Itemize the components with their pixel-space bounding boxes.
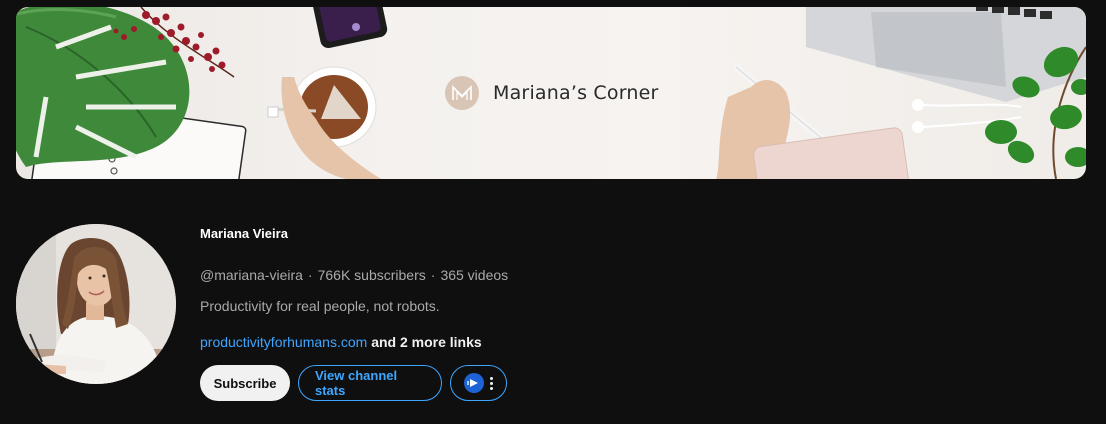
view-channel-stats-button[interactable]: View channel stats [298, 365, 442, 401]
extension-menu-button[interactable] [450, 365, 507, 401]
video-count: 365 videos [440, 267, 509, 283]
laptop-image [806, 7, 1086, 102]
channel-meta: @mariana-vieira · 766K subscribers · 365 vid… [200, 265, 508, 285]
channel-links: productivityforhumans.com and 2 more lin… [200, 332, 508, 352]
channel-name: Mariana Vieira [200, 226, 288, 241]
avatar-image [16, 224, 176, 384]
channel-info: Mariana Vieira @mariana-vieira · 766K subs… [200, 226, 508, 352]
channel-actions: Subscribe View channel stats [200, 365, 507, 401]
channel-handle: @mariana-vieira [200, 267, 303, 283]
channel-description[interactable]: Productivity for real people, not robots… [200, 296, 508, 316]
channel-banner: Mariana’s Corner [16, 7, 1086, 179]
more-links-button[interactable]: and 2 more links [371, 334, 481, 350]
subscriber-count: 766K subscribers [317, 267, 426, 283]
channel-header: Mariana’s Corner Mariana Vieira @mariana… [0, 0, 1106, 424]
banner-brand-name: Mariana’s Corner [493, 82, 659, 104]
channel-avatar[interactable] [16, 224, 176, 384]
subscribe-button[interactable]: Subscribe [200, 365, 290, 401]
meta-separator: · [430, 267, 436, 283]
channel-website-link[interactable]: productivityforhumans.com [200, 334, 367, 350]
meta-separator: · [307, 267, 313, 283]
brand-logo-icon [445, 76, 479, 110]
tea-cup-image [267, 66, 381, 179]
banner-brand: Mariana’s Corner [445, 76, 659, 110]
more-vert-icon [490, 376, 493, 390]
analytics-extension-icon [464, 373, 484, 393]
phone-image [311, 7, 388, 49]
